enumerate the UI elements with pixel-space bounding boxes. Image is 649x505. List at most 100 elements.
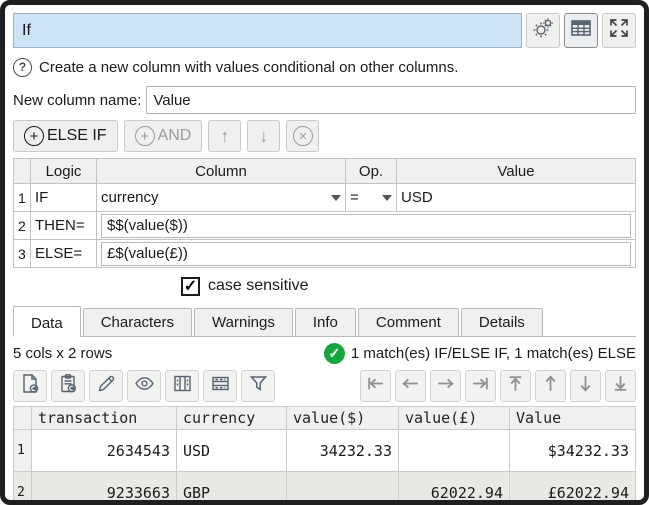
else-expression-input[interactable]: £$(value(£)) <box>101 242 631 266</box>
col-header-value[interactable]: Value <box>510 407 636 430</box>
op-col-header: Op. <box>346 159 397 184</box>
col-header-value-pound[interactable]: value(£) <box>399 407 510 430</box>
logic-table: Logic Column Op. Value 1 IF currency = U… <box>13 158 636 268</box>
filter-icon <box>248 373 269 399</box>
prev-row-button[interactable] <box>535 370 566 402</box>
logic-row-if: 1 IF currency = USD <box>14 184 636 212</box>
add-and-label: AND <box>158 127 192 145</box>
logic-corner-cell <box>14 159 31 184</box>
show-table-button[interactable] <box>564 13 598 48</box>
cell-currency[interactable]: GBP <box>177 472 287 505</box>
cell-value-dollar[interactable]: 34232.33 <box>287 430 399 472</box>
columns-icon <box>172 373 193 399</box>
export-file-button[interactable] <box>13 370 47 402</box>
column-select-value: currency <box>101 189 159 206</box>
transform-dialog: ? Create a new column with values condit… <box>0 0 649 505</box>
preview-button[interactable] <box>127 370 161 402</box>
then-expression-input[interactable]: $$(value($)) <box>101 214 631 238</box>
tab-details[interactable]: Details <box>461 308 543 336</box>
value-cell[interactable]: USD <box>397 184 636 212</box>
column-col-header: Column <box>97 159 346 184</box>
logic-row-then: 2 THEN= $$(value($)) <box>14 212 636 240</box>
columns-button[interactable] <box>165 370 199 402</box>
condition-actions: + ELSE IF + AND ↑ ↓ × <box>13 120 636 152</box>
pencil-icon <box>96 373 117 399</box>
arrow-left-bar-icon <box>365 373 386 399</box>
add-and-button[interactable]: + AND <box>124 120 203 152</box>
tab-info[interactable]: Info <box>295 308 356 336</box>
logic-cell-else: ELSE= <box>31 240 97 268</box>
tab-warnings[interactable]: Warnings <box>194 308 293 336</box>
prev-column-button[interactable] <box>395 370 426 402</box>
chevron-down-icon <box>382 195 392 201</box>
col-header-value-dollar[interactable]: value($) <box>287 407 399 430</box>
rows-button[interactable] <box>203 370 237 402</box>
next-row-button[interactable] <box>570 370 601 402</box>
tab-characters[interactable]: Characters <box>83 308 192 336</box>
output-tabs: Data Characters Warnings Info Comment De… <box>13 306 636 337</box>
cell-value-pound[interactable] <box>399 430 510 472</box>
arrow-right-bar-icon <box>470 373 491 399</box>
tab-comment[interactable]: Comment <box>358 308 459 336</box>
match-summary-text: 1 match(es) IF/ELSE IF, 1 match(es) ELSE <box>351 345 636 362</box>
gear-icon <box>532 17 554 44</box>
maximize-button[interactable] <box>602 13 636 48</box>
rows-icon <box>210 373 231 399</box>
row-number[interactable]: 1 <box>14 430 32 472</box>
chevron-down-icon <box>331 195 341 201</box>
tab-data[interactable]: Data <box>13 306 81 337</box>
cell-transaction[interactable]: 9233663 <box>32 472 177 505</box>
description-text: Create a new column with values conditio… <box>39 59 458 76</box>
cell-value-dollar[interactable] <box>287 472 399 505</box>
column-select[interactable]: currency <box>97 184 346 212</box>
case-sensitive-checkbox[interactable]: ✓ <box>181 277 200 296</box>
data-header-row: transaction currency value($) value(£) V… <box>14 407 636 430</box>
data-toolbar <box>13 370 636 402</box>
new-column-label: New column name: <box>13 92 146 109</box>
row-number[interactable]: 2 <box>14 472 32 505</box>
move-up-button[interactable]: ↑ <box>208 120 241 152</box>
delete-row-button[interactable]: × <box>286 120 319 152</box>
first-column-button[interactable] <box>360 370 391 402</box>
new-column-name-input[interactable] <box>146 86 636 114</box>
logic-row-else: 3 ELSE= £$(value(£)) <box>14 240 636 268</box>
value-col-header: Value <box>397 159 636 184</box>
cell-value[interactable]: $34232.33 <box>510 430 636 472</box>
description-row: ? Create a new column with values condit… <box>13 55 636 79</box>
add-else-if-button[interactable]: + ELSE IF <box>13 120 118 152</box>
filter-button[interactable] <box>241 370 275 402</box>
settings-button[interactable] <box>526 13 560 48</box>
first-row-button[interactable] <box>500 370 531 402</box>
move-down-button[interactable]: ↓ <box>247 120 280 152</box>
help-icon[interactable]: ? <box>13 58 32 77</box>
transform-name-input[interactable] <box>13 13 522 48</box>
plus-circle-icon: + <box>24 126 44 146</box>
cell-currency[interactable]: USD <box>177 430 287 472</box>
table-row: 2 9233663 GBP 62022.94 £62022.94 <box>14 472 636 505</box>
up-arrow-icon: ↑ <box>220 126 229 147</box>
arrow-up-bar-icon <box>505 373 526 399</box>
cell-value-pound[interactable]: 62022.94 <box>399 472 510 505</box>
last-row-button[interactable] <box>605 370 636 402</box>
cell-transaction[interactable]: 2634543 <box>32 430 177 472</box>
copy-clipboard-button[interactable] <box>51 370 85 402</box>
status-row: 5 cols x 2 rows ✓ 1 match(es) IF/ELSE IF… <box>13 341 636 365</box>
edit-button[interactable] <box>89 370 123 402</box>
case-sensitive-label: case sensitive <box>208 277 309 295</box>
x-circle-icon: × <box>293 126 313 146</box>
else-expression-cell: £$(value(£)) <box>97 240 636 268</box>
arrow-down-bar-icon <box>610 373 631 399</box>
next-column-button[interactable] <box>430 370 461 402</box>
cell-value[interactable]: £62022.94 <box>510 472 636 505</box>
export-file-icon <box>20 373 41 399</box>
op-select[interactable]: = <box>346 184 397 212</box>
success-check-icon: ✓ <box>324 343 345 364</box>
row-number: 3 <box>14 240 31 268</box>
arrow-right-icon <box>435 373 456 399</box>
then-expression-cell: $$(value($)) <box>97 212 636 240</box>
table-icon <box>570 17 592 44</box>
copy-clipboard-icon <box>58 373 79 399</box>
last-column-button[interactable] <box>465 370 496 402</box>
col-header-currency[interactable]: currency <box>177 407 287 430</box>
col-header-transaction[interactable]: transaction <box>32 407 177 430</box>
